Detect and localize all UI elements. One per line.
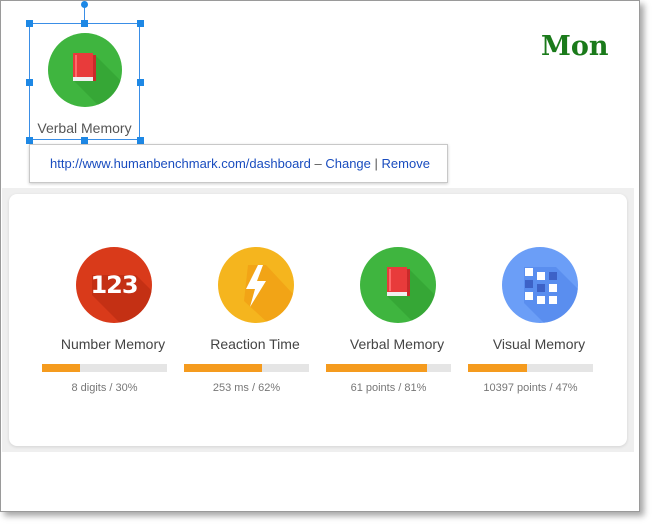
number-icon: 123 [76, 247, 152, 323]
number-icon-text: 123 [90, 271, 138, 299]
progress-bar [326, 364, 451, 372]
tile-stat: 8 digits / 30% [71, 382, 138, 394]
pipe-separator: | [374, 156, 378, 171]
resize-handle-r[interactable] [137, 79, 144, 86]
tile-verbal-memory[interactable]: Verbal Memory 61 points / 81% [326, 247, 468, 397]
tile-visual-memory[interactable]: Visual Memory 10397 points / 47% [468, 247, 610, 397]
progress-fill [184, 364, 262, 372]
change-link[interactable]: Change [325, 156, 371, 171]
window-frame: Mon Verbal Memory http://www.humanbenchm… [0, 0, 640, 512]
resize-handle-b[interactable] [81, 137, 88, 144]
progress-fill [42, 364, 80, 372]
remove-link[interactable]: Remove [382, 156, 430, 171]
tile-stat: 61 points / 81% [350, 382, 427, 394]
book-icon [73, 53, 122, 107]
resize-handle-tr[interactable] [137, 20, 144, 27]
tile-reaction-time[interactable]: Reaction Time 253 ms / 62% [184, 247, 326, 397]
progress-fill [468, 364, 527, 372]
tile-stat: 10397 points / 47% [483, 382, 578, 394]
tile-name: Reaction Time [210, 336, 300, 352]
tile-number-memory[interactable]: 123 Number Memory 8 digits / 30% [42, 247, 184, 397]
progress-bar [468, 364, 593, 372]
resize-handle-tl[interactable] [26, 20, 33, 27]
selected-image[interactable] [48, 33, 122, 107]
link-separator: – [314, 156, 322, 171]
tile-name: Verbal Memory [349, 336, 445, 352]
book-icon [360, 247, 436, 323]
resize-handle-bl[interactable] [26, 137, 33, 144]
tile-name: Visual Memory [492, 336, 586, 352]
tile-name: Number Memory [60, 336, 166, 352]
lightning-icon [218, 247, 294, 323]
resize-handle-t[interactable] [81, 20, 88, 27]
grid-icon [502, 247, 578, 323]
link-popup: http://www.humanbenchmark.com/dashboard … [29, 144, 448, 183]
rotate-handle[interactable] [81, 1, 88, 8]
progress-bar [42, 364, 167, 372]
progress-fill [326, 364, 428, 372]
link-url[interactable]: http://www.humanbenchmark.com/dashboard [50, 156, 311, 171]
resize-handle-l[interactable] [26, 79, 33, 86]
resize-handle-br[interactable] [137, 137, 144, 144]
page-title: Mon [541, 31, 609, 62]
tile-stat: 253 ms / 62% [212, 382, 281, 394]
selected-label: Verbal Memory [37, 120, 132, 136]
progress-bar [184, 364, 309, 372]
